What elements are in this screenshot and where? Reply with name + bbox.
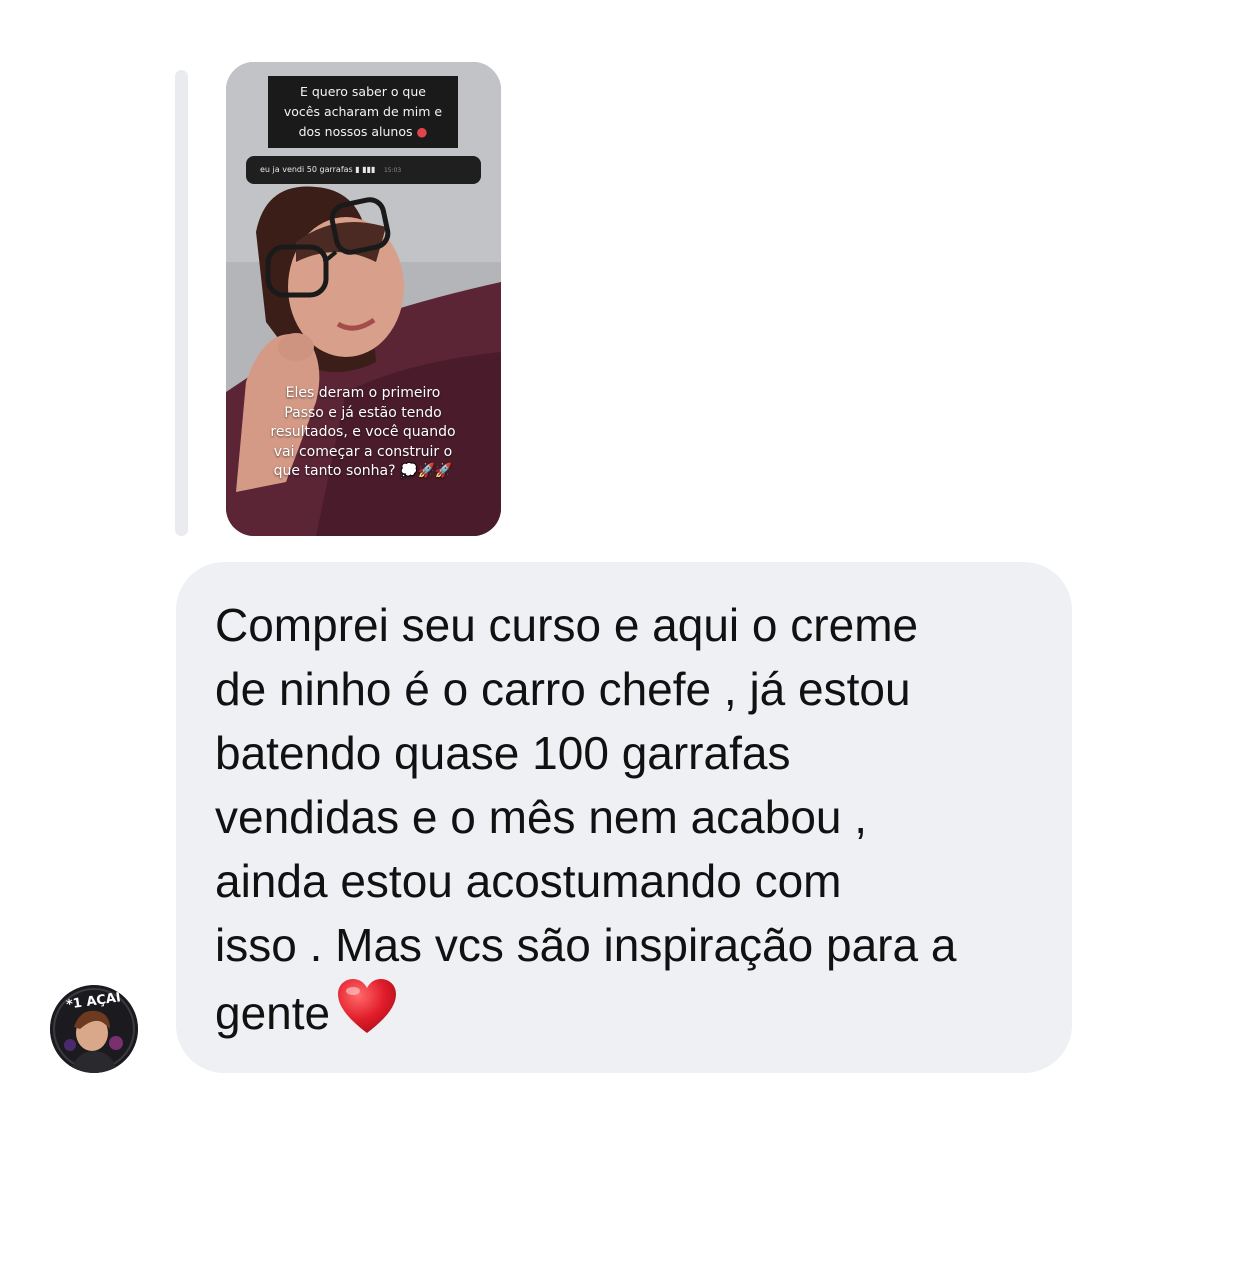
message-line: de ninho é o carro chefe , já estou <box>215 663 911 715</box>
story-caption-line: resultados, e você quando <box>270 424 456 440</box>
red-heart-icon <box>338 979 397 1033</box>
bottle-emoji-icon: ▮ ▮▮▮ <box>355 165 376 174</box>
reply-indicator-bar <box>175 70 188 536</box>
speech-bubble-rocket-icons: 💭🚀🚀 <box>400 463 453 479</box>
message-line: batendo quase 100 garrafas <box>215 727 791 779</box>
story-reply-preview[interactable]: E quero saber o que vocês acharam de mim… <box>226 62 501 536</box>
story-caption-line: Passo e já estão tendo <box>284 404 442 421</box>
story-reply-time: 15:03 <box>383 167 402 174</box>
heart-eyes-emoji-icon: ● <box>416 124 428 139</box>
message-line-last: gente <box>215 977 1065 1045</box>
message-line: vendidas e o mês nem acabou , <box>215 791 868 843</box>
svg-text:*1 AÇAÍ: *1 AÇAÍ <box>65 989 122 1013</box>
story-question-line: dos nossos alunos ● <box>298 124 428 139</box>
message-line: Comprei seu curso e aqui o creme <box>215 599 919 651</box>
story-reply-text: eu ja vendi 50 garrafas <box>260 165 353 174</box>
story-caption: Eles deram o primeiro Passo e já estão t… <box>248 384 478 482</box>
story-caption-line: Eles deram o primeiro <box>285 385 441 401</box>
story-caption-line: vai começar a construir o <box>273 443 453 460</box>
message-line: ainda estou acostumando com <box>215 855 842 907</box>
avatar-badge-text: *1 AÇAÍ <box>65 989 122 1013</box>
story-question-line: vocês acharam de mim e <box>283 104 443 119</box>
message-line: isso . Mas vcs são inspiração para a <box>215 919 957 971</box>
avatar[interactable]: *1 AÇAÍ <box>50 985 138 1073</box>
story-reply-bubble: eu ja vendi 50 garrafas ▮ ▮▮▮ 15:03 <box>246 156 481 184</box>
story-question-line: E quero saber o que <box>300 84 426 99</box>
story-question-box: E quero saber o que vocês acharam de mim… <box>268 76 458 148</box>
message-text: Comprei seu curso e aqui o creme de ninho… <box>215 593 1065 1045</box>
story-caption-line: que tanto sonha? 💭🚀🚀 <box>273 463 453 479</box>
